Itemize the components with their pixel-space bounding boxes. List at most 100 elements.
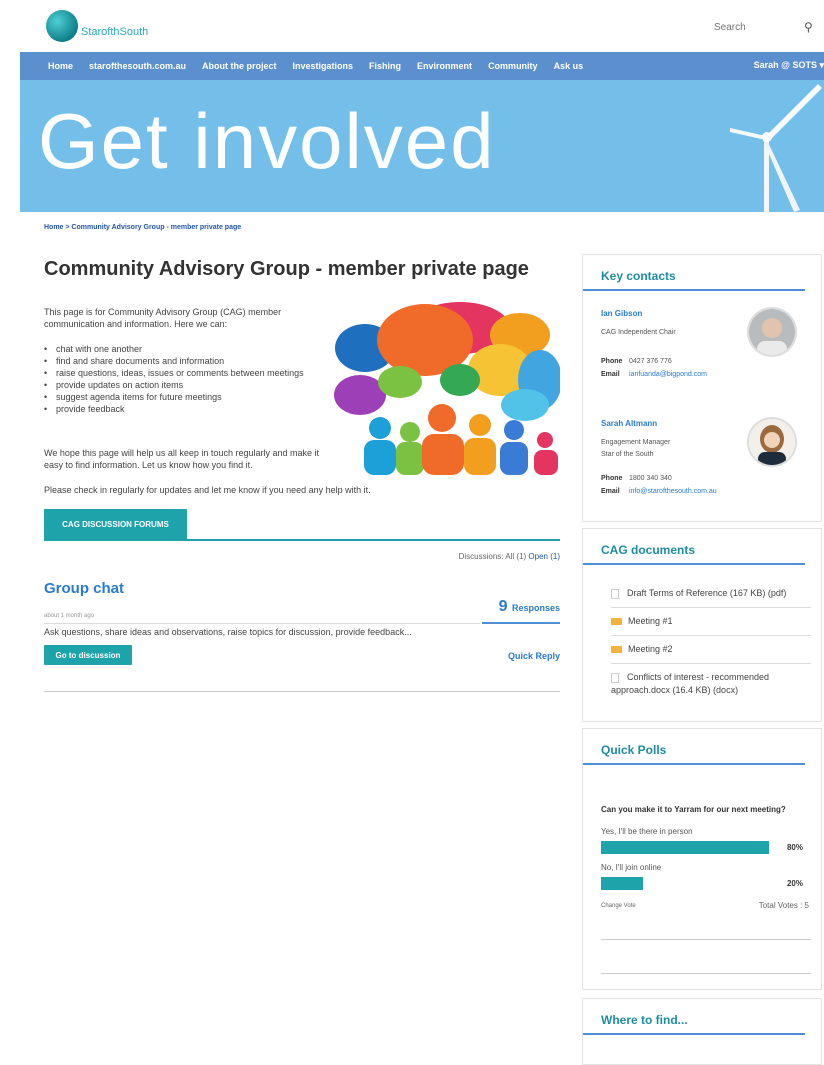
breadcrumb[interactable]: Home > Community Advisory Group - member…: [44, 224, 241, 231]
contact-org: Star of the South: [601, 451, 654, 458]
nav-environment[interactable]: Environment: [417, 61, 472, 71]
contact-phone: 0427 376 776: [629, 358, 672, 365]
user-menu[interactable]: Sarah @ SOTS ▾: [754, 60, 824, 71]
main-nav: Home starofthesouth.com.au About the pro…: [20, 52, 824, 80]
divider: [44, 691, 560, 692]
thread-description: Ask questions, share ideas and observati…: [44, 627, 412, 637]
phone-label: Phone: [601, 475, 623, 482]
divider: [611, 635, 811, 636]
divider: [601, 939, 811, 940]
where-to-find-panel: Where to find...: [582, 998, 822, 1065]
hope-text: We hope this page will help us all keep …: [44, 448, 319, 470]
thread-title[interactable]: Group chat: [44, 580, 124, 597]
list-item: provide updates on action items: [44, 379, 314, 391]
poll-percent: 20%: [786, 879, 803, 888]
phone-label: Phone: [601, 358, 623, 365]
chevron-down-icon: ▾: [819, 60, 824, 70]
contact-sarah-altmann: Sarah Altmann Engagement Manager Star of…: [601, 419, 717, 495]
response-count: 9 Responses: [482, 598, 560, 624]
quick-polls-heading: Quick Polls: [583, 729, 805, 765]
email-label: Email: [601, 371, 620, 378]
poll-question: Can you make it to Yarram for our next m…: [601, 805, 786, 814]
document-label: Conflicts of interest - recommended appr…: [611, 672, 770, 695]
list-item: chat with one another: [44, 343, 314, 355]
nav-about[interactable]: About the project: [202, 61, 277, 71]
contact-name: Sarah Altmann: [601, 419, 658, 428]
search-icon[interactable]: ⚲: [804, 20, 813, 34]
total-votes: Total Votes : 5: [758, 901, 809, 910]
quick-polls-panel: Quick Polls Can you make it to Yarram fo…: [582, 728, 822, 990]
discussion-filter: Discussions: All (1) Open (1): [459, 552, 560, 561]
folder-label: Meeting #1: [628, 616, 673, 626]
divider: [601, 973, 811, 974]
logo-mark: [46, 10, 78, 42]
folder-item[interactable]: Meeting #2: [611, 643, 673, 656]
filter-label: Discussions:: [458, 552, 504, 561]
where-to-find-heading: Where to find...: [583, 999, 805, 1035]
nav-investigations[interactable]: Investigations: [293, 61, 354, 71]
contact-name: Ian Gibson: [601, 309, 643, 318]
folder-icon: [611, 618, 622, 626]
file-icon: [611, 588, 619, 599]
poll-bar: [601, 841, 769, 854]
contact-role: Engagement Manager: [601, 439, 671, 446]
divider: [44, 623, 480, 624]
cag-documents-panel: CAG documents Draft Terms of Reference (…: [582, 528, 822, 722]
contact-ian-gibson: Ian Gibson CAG Independent Chair Phone 04…: [601, 309, 707, 378]
nav-main-site[interactable]: starofthesouth.com.au: [89, 61, 186, 71]
purpose-list: chat with one another find and share doc…: [44, 343, 314, 415]
nav-fishing[interactable]: Fishing: [369, 61, 401, 71]
intro-text: This page is for Community Advisory Grou…: [44, 307, 282, 329]
document-item[interactable]: Draft Terms of Reference (167 KB) (pdf): [611, 587, 786, 600]
poll-option-label: Yes, I'll be there in person: [601, 827, 693, 836]
document-item[interactable]: Conflicts of interest - recommended appr…: [611, 671, 811, 697]
user-name: Sarah @ SOTS: [753, 60, 817, 70]
nav-ask-us[interactable]: Ask us: [554, 61, 584, 71]
contact-role: CAG Independent Chair: [601, 329, 676, 336]
search-input[interactable]: [714, 21, 804, 33]
filter-open[interactable]: Open (1): [528, 552, 560, 561]
poll-option-label: No, I'll join online: [601, 863, 662, 872]
search-box: ⚲: [714, 14, 824, 40]
go-to-discussion-button[interactable]: Go to discussion: [44, 645, 132, 665]
speech-bubbles-illustration: [334, 302, 560, 475]
nav-community[interactable]: Community: [488, 61, 538, 71]
key-contacts-heading: Key contacts: [583, 255, 805, 291]
responses-number: 9: [498, 598, 508, 615]
folder-item[interactable]: Meeting #1: [611, 615, 673, 628]
tab-cag-discussion-forums[interactable]: CAG DISCUSSION FORUMS: [44, 509, 187, 539]
divider: [611, 607, 811, 608]
cag-documents-heading: CAG documents: [583, 529, 805, 565]
responses-label: Responses: [511, 603, 560, 613]
contact-email[interactable]: info@starofthesouth.com.au: [629, 488, 717, 495]
site-logo[interactable]: StarofthSouth: [46, 10, 148, 42]
top-header: StarofthSouth ⚲: [20, 0, 824, 52]
list-item: provide feedback: [44, 403, 314, 415]
email-label: Email: [601, 488, 620, 495]
list-item: suggest agenda items for future meetings: [44, 391, 314, 403]
contact-email[interactable]: ianfuanda@bigpond.com: [629, 371, 707, 378]
folder-label: Meeting #2: [628, 644, 673, 654]
list-item: raise questions, ideas, issues or commen…: [44, 367, 314, 379]
contact-phone: 1800 340 340: [629, 475, 672, 482]
list-item: find and share documents and information: [44, 355, 314, 367]
change-vote-link[interactable]: Change Vote: [601, 903, 636, 909]
person-icon: [749, 309, 795, 355]
nav-home[interactable]: Home: [48, 61, 73, 71]
filter-all[interactable]: All (1): [505, 552, 526, 561]
file-icon: [611, 672, 619, 683]
hero-title: Get involved: [38, 97, 496, 185]
thread-timestamp: about 1 month ago: [44, 613, 95, 619]
divider: [611, 663, 811, 664]
person-icon: [749, 419, 795, 465]
quick-reply-link[interactable]: Quick Reply: [508, 651, 560, 661]
forum-tabs: CAG DISCUSSION FORUMS: [44, 509, 560, 541]
wind-turbine-icon: [730, 84, 822, 212]
key-contacts-panel: Key contacts Ian Gibson CAG Independent …: [582, 254, 822, 522]
poll-percent: 80%: [786, 843, 803, 852]
folder-icon: [611, 646, 622, 654]
hero-banner: Get involved: [20, 80, 824, 212]
avatar: [747, 307, 797, 357]
avatar: [747, 417, 797, 467]
poll-bar: [601, 877, 643, 890]
